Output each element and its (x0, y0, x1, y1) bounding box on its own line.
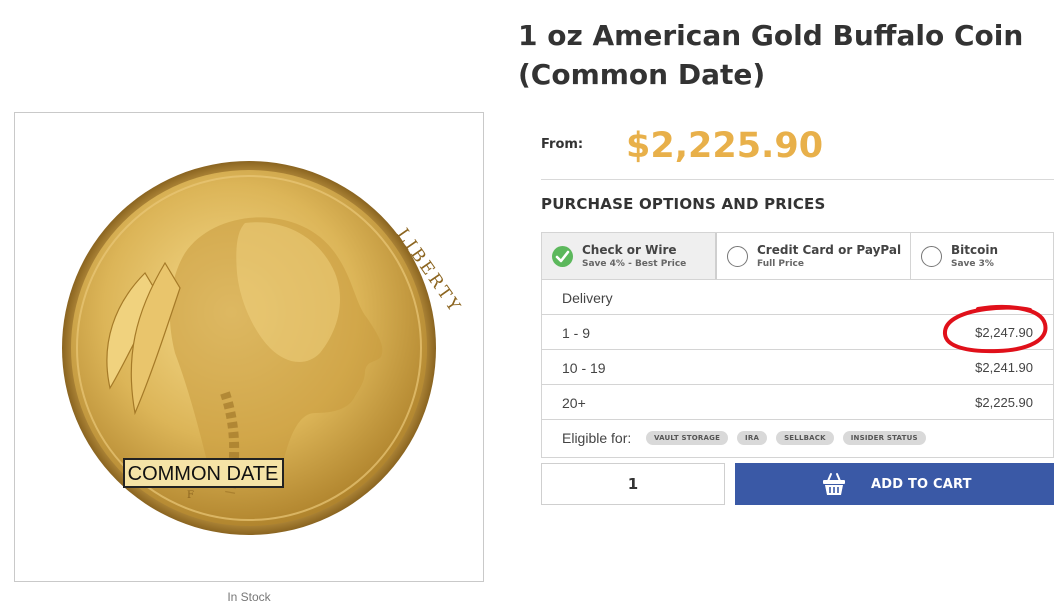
title-line-2: (Common Date) (518, 58, 766, 91)
add-to-cart-label: ADD TO CART (871, 477, 972, 492)
purchase-options-heading: PURCHASE OPTIONS AND PRICES (541, 195, 826, 213)
table-row-header: Delivery (542, 280, 1053, 315)
coin-image: LIBERTY COMMON DATE F (62, 161, 465, 535)
payment-option-check-or-wire[interactable]: Check or Wire Save 4% - Best Price (542, 233, 717, 279)
tier-qty: 10 - 19 (562, 360, 606, 376)
payment-option-name: Check or Wire (582, 243, 677, 257)
stock-status: In Stock (227, 590, 271, 604)
badge-vault-storage[interactable]: VAULT STORAGE (646, 431, 729, 445)
check-icon (552, 246, 573, 267)
common-date-caption: COMMON DATE (128, 463, 279, 485)
badge-sellback[interactable]: SELLBACK (776, 431, 834, 445)
tier-price: $2,225.90 (975, 395, 1033, 410)
table-row: 1 - 9 $2,247.90 (542, 315, 1053, 350)
add-to-cart-button[interactable]: ADD TO CART (735, 463, 1054, 505)
from-label: From: (541, 137, 584, 152)
quantity-input[interactable] (541, 463, 725, 505)
cart-basket-icon (821, 471, 847, 500)
pricing-table: Delivery 1 - 9 $2,247.90 10 - 19 $2,241.… (541, 280, 1054, 458)
payment-options: Check or Wire Save 4% - Best Price Credi… (541, 232, 1054, 280)
eligible-label: Eligible for: (562, 430, 632, 446)
from-price: $2,225.90 (626, 126, 824, 166)
divider (541, 179, 1054, 180)
table-row-eligible: Eligible for: VAULT STORAGE IRA SELLBACK… (542, 420, 1053, 457)
tier-qty: 1 - 9 (562, 325, 591, 341)
product-image-panel[interactable]: LIBERTY COMMON DATE F (14, 112, 484, 582)
payment-option-sub: Full Price (757, 259, 804, 269)
badge-ira[interactable]: IRA (737, 431, 768, 445)
tier-qty: 20+ (562, 395, 586, 411)
payment-option-sub: Save 3% (951, 259, 994, 269)
table-row: 20+ $2,225.90 (542, 385, 1053, 420)
svg-text:F: F (187, 490, 194, 501)
badge-insider-status[interactable]: INSIDER STATUS (842, 431, 926, 445)
payment-option-bitcoin[interactable]: Bitcoin Save 3% (911, 233, 1053, 279)
eligible-badges: VAULT STORAGE IRA SELLBACK INSIDER STATU… (646, 431, 926, 445)
payment-option-name: Bitcoin (951, 243, 999, 257)
payment-option-credit-card-paypal[interactable]: Credit Card or PayPal Full Price (717, 233, 911, 279)
tier-price: $2,241.90 (975, 360, 1033, 375)
product-title: 1 oz American Gold Buffalo Coin (Common … (518, 16, 1038, 94)
table-row: 10 - 19 $2,241.90 (542, 350, 1053, 385)
title-line-1: 1 oz American Gold Buffalo Coin (518, 19, 1024, 52)
delivery-label: Delivery (562, 290, 613, 306)
payment-option-name: Credit Card or PayPal (757, 243, 902, 257)
tier-price: $2,247.90 (975, 325, 1033, 340)
radio-icon (727, 246, 748, 267)
radio-icon (921, 246, 942, 267)
payment-option-sub: Save 4% - Best Price (582, 259, 687, 269)
